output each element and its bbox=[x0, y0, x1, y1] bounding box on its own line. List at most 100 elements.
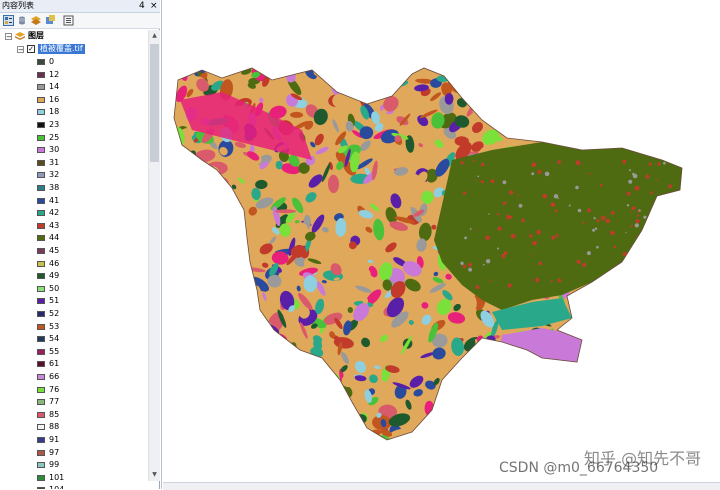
raster-patch bbox=[203, 324, 221, 335]
legend-swatch[interactable] bbox=[37, 134, 45, 141]
raster-patch bbox=[229, 399, 245, 414]
collapse-layer-toggle[interactable]: − bbox=[17, 46, 24, 54]
layers-group-label[interactable]: 图层 bbox=[28, 31, 44, 41]
raster-speckle bbox=[605, 218, 610, 224]
legend-swatch[interactable] bbox=[37, 96, 45, 103]
options-icon[interactable] bbox=[63, 15, 74, 26]
close-icon[interactable]: × bbox=[150, 0, 158, 12]
legend-label: 25 bbox=[49, 132, 60, 142]
legend-swatch[interactable] bbox=[37, 449, 45, 456]
raster-patch bbox=[186, 171, 199, 190]
legend-swatch[interactable] bbox=[37, 122, 45, 128]
legend-swatch[interactable] bbox=[37, 197, 45, 204]
raster-speckle bbox=[626, 204, 630, 207]
raster-patch bbox=[295, 400, 305, 408]
legend-swatch[interactable] bbox=[37, 147, 45, 154]
raster-speckle bbox=[497, 247, 499, 250]
raster-patch bbox=[543, 77, 552, 90]
legend-swatch[interactable] bbox=[37, 399, 45, 406]
scroll-thumb[interactable] bbox=[150, 44, 159, 162]
raster-patch bbox=[474, 346, 490, 356]
legend-swatch[interactable] bbox=[37, 311, 45, 317]
legend-swatch[interactable] bbox=[37, 298, 45, 305]
legend-swatch[interactable] bbox=[37, 172, 45, 179]
legend-swatch[interactable] bbox=[37, 185, 45, 191]
raster-patch bbox=[471, 436, 477, 440]
layer-name-selected[interactable]: 植被覆盖.tif bbox=[38, 44, 85, 54]
raster-patch bbox=[174, 326, 177, 339]
legend-swatch[interactable] bbox=[37, 323, 45, 330]
raster-patch bbox=[485, 68, 499, 76]
raster-patch bbox=[199, 318, 220, 334]
legend-swatch[interactable] bbox=[37, 424, 45, 431]
raster-patch bbox=[499, 434, 512, 440]
legend-swatch[interactable] bbox=[37, 248, 45, 254]
raster-speckle bbox=[503, 251, 508, 255]
layers-icon bbox=[15, 32, 25, 40]
legend-swatch[interactable] bbox=[37, 386, 45, 393]
legend-swatch[interactable] bbox=[37, 109, 45, 116]
raster-patch bbox=[580, 311, 588, 326]
legend-swatch[interactable] bbox=[37, 348, 45, 355]
legend-swatch[interactable] bbox=[37, 59, 45, 65]
raster-patch bbox=[227, 310, 242, 321]
raster-speckle bbox=[502, 201, 507, 205]
raster-patch bbox=[202, 371, 209, 385]
list-by-visibility-icon[interactable] bbox=[31, 15, 42, 26]
raster-patch bbox=[275, 396, 289, 405]
raster-patch bbox=[537, 361, 552, 366]
raster-patch bbox=[449, 423, 466, 440]
raster-speckle bbox=[654, 276, 658, 280]
list-by-drawing-order-icon[interactable] bbox=[3, 15, 14, 26]
map-view[interactable] bbox=[161, 0, 720, 489]
legend-swatch[interactable] bbox=[37, 285, 45, 292]
raster-speckle bbox=[480, 180, 483, 183]
raster-patch bbox=[473, 68, 489, 76]
raster-patch bbox=[340, 68, 347, 72]
legend-swatch[interactable] bbox=[37, 437, 45, 443]
list-by-selection-icon[interactable] bbox=[45, 15, 56, 26]
legend-swatch[interactable] bbox=[37, 474, 45, 481]
raster-patch bbox=[455, 72, 471, 84]
raster-patch bbox=[529, 68, 541, 76]
legend-swatch[interactable] bbox=[37, 411, 45, 418]
raster-patch bbox=[431, 426, 440, 434]
legend-swatch[interactable] bbox=[37, 222, 45, 229]
raster-patch bbox=[568, 68, 573, 81]
legend-swatch[interactable] bbox=[37, 336, 45, 343]
raster-patch bbox=[248, 342, 258, 358]
raster-patch bbox=[475, 68, 486, 80]
legend-swatch[interactable] bbox=[37, 462, 45, 469]
toc-scrollbar[interactable]: ▲ ▼ bbox=[148, 30, 160, 481]
raster-patch bbox=[434, 58, 444, 69]
legend-swatch[interactable] bbox=[37, 71, 45, 78]
legend-swatch[interactable] bbox=[37, 84, 45, 91]
raster-patch bbox=[199, 428, 214, 436]
pin-icon[interactable]: 4 bbox=[139, 0, 145, 12]
raster-speckle bbox=[475, 285, 480, 290]
raster-patch bbox=[196, 276, 212, 285]
legend-swatch[interactable] bbox=[37, 235, 45, 242]
scroll-down-arrow-icon[interactable]: ▼ bbox=[150, 470, 159, 480]
raster-patch bbox=[497, 377, 506, 395]
collapse-layers-toggle[interactable]: − bbox=[5, 33, 12, 41]
legend-swatch[interactable] bbox=[37, 210, 45, 217]
list-by-source-icon[interactable] bbox=[17, 15, 28, 26]
raster-patch bbox=[274, 209, 297, 214]
legend-swatch[interactable] bbox=[37, 374, 45, 380]
raster-speckle bbox=[582, 262, 587, 267]
legend-swatch[interactable] bbox=[37, 273, 45, 280]
legend-swatch[interactable] bbox=[37, 260, 45, 267]
legend-swatch[interactable] bbox=[37, 159, 45, 166]
raster-patch bbox=[539, 88, 550, 96]
raster-patch bbox=[503, 347, 510, 368]
raster-patch bbox=[231, 54, 248, 68]
raster-patch bbox=[523, 94, 539, 111]
raster-patch bbox=[464, 358, 485, 367]
raster-patch bbox=[180, 230, 195, 249]
scroll-up-arrow-icon[interactable]: ▲ bbox=[150, 31, 159, 41]
layer-visibility-checkbox[interactable]: ✓ bbox=[27, 45, 35, 53]
raster-patch bbox=[192, 174, 200, 183]
raster-patch bbox=[270, 432, 279, 440]
legend-swatch[interactable] bbox=[37, 361, 45, 368]
